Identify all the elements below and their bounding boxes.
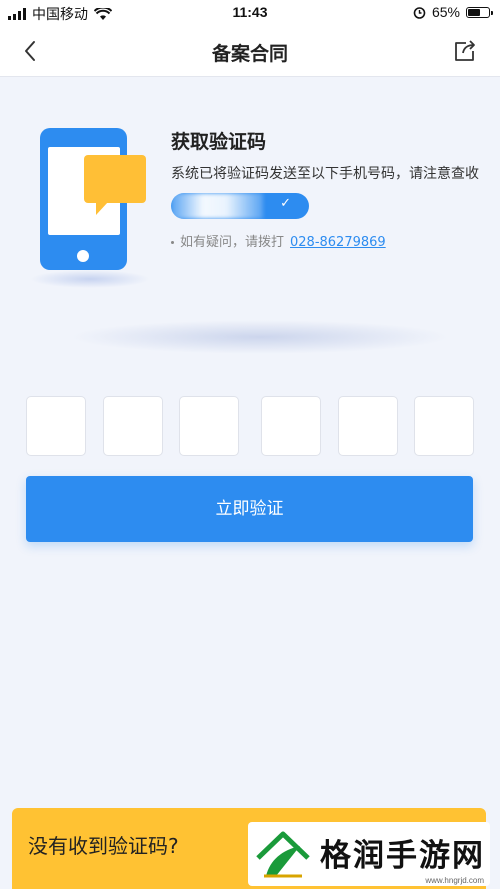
code-digit-3[interactable] <box>179 396 239 456</box>
alarm-icon <box>413 6 426 19</box>
battery-percent: 65% <box>431 4 460 20</box>
no-code-label: 没有收到验证码? <box>28 834 179 858</box>
status-right: 65% <box>413 4 493 20</box>
code-digit-1[interactable] <box>26 396 86 456</box>
verify-now-button[interactable]: 立即验证 <box>26 476 473 542</box>
verify-heading: 获取验证码 <box>171 131 267 153</box>
battery-icon <box>466 6 493 18</box>
section-glow <box>70 320 450 354</box>
battery-fill <box>468 8 480 16</box>
illustration-shadow <box>30 270 150 288</box>
nav-bar: 备案合同 <box>0 26 500 77</box>
phone-message-illustration <box>30 122 150 288</box>
phone-home-button <box>77 250 89 262</box>
share-icon[interactable] <box>452 38 478 64</box>
code-digit-4[interactable] <box>261 396 321 456</box>
code-input-group <box>26 396 474 456</box>
message-bubble-icon <box>84 155 146 215</box>
status-bar: 中国移动 11:43 65% <box>0 0 500 26</box>
page-title: 备案合同 <box>211 43 288 65</box>
phone-number-mask <box>171 193 263 219</box>
check-icon: ✓ <box>280 196 291 211</box>
code-digit-2[interactable] <box>103 396 163 456</box>
code-digit-5[interactable] <box>338 396 398 456</box>
code-digit-6[interactable] <box>414 396 474 456</box>
watermark-text: 格润手游网 <box>320 838 485 874</box>
bullet-icon <box>171 241 174 244</box>
help-line: 如有疑问，请拨打 028-86279869 <box>171 231 386 250</box>
house-logo-icon <box>256 831 310 878</box>
help-phone-link[interactable]: 028-86279869 <box>290 235 386 250</box>
watermark-url: www.hngrjd.com <box>425 876 484 885</box>
help-prefix: 如有疑问，请拨打 <box>180 235 285 250</box>
watermark: 格润手游网 www.hngrjd.com <box>248 822 490 886</box>
masked-phone-number: ✓ <box>171 193 309 219</box>
verify-description: 系统已将验证码发送至以下手机号码，请注意查收 <box>171 166 479 182</box>
